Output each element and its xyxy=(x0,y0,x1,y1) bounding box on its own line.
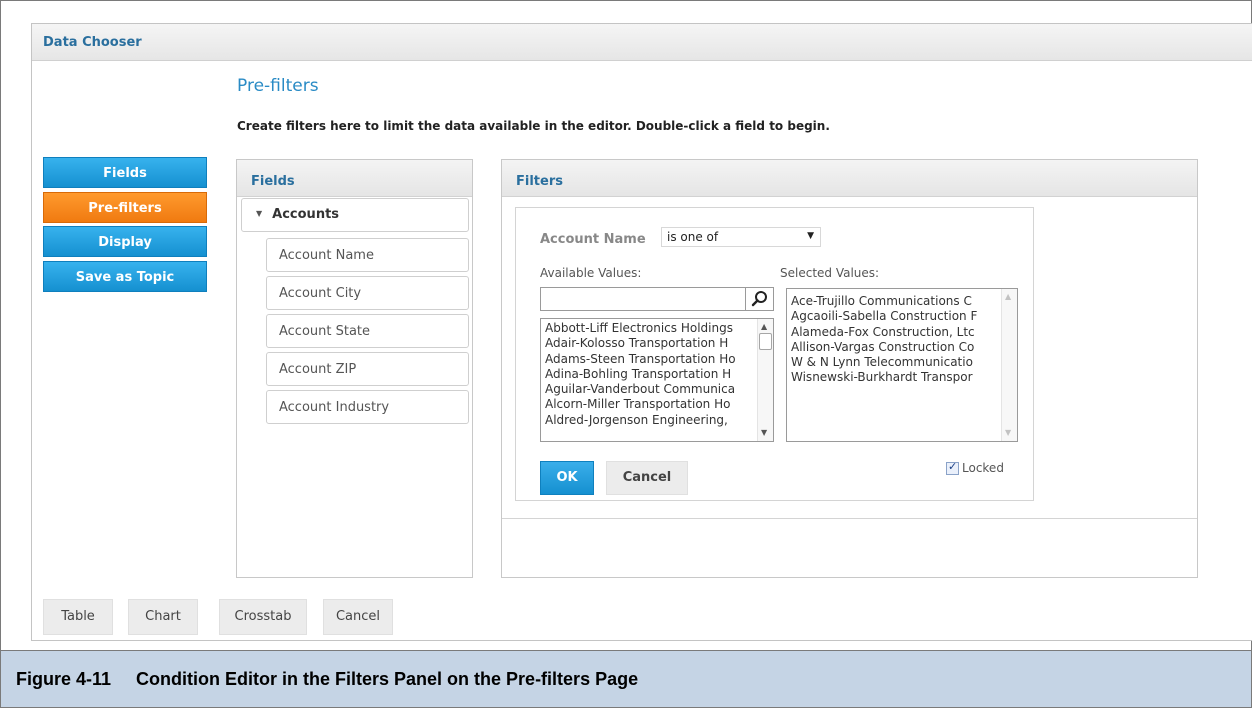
field-item-account-zip[interactable]: Account ZIP xyxy=(266,352,469,386)
selected-values-rows: Ace-Trujillo Communications C Agcaoili-S… xyxy=(791,294,999,386)
operator-select[interactable]: is one of ▼ xyxy=(661,227,821,247)
filters-panel-title: Filters xyxy=(502,160,1197,197)
available-value-item[interactable]: Aguilar-Vanderbout Communica xyxy=(545,382,755,397)
ok-button[interactable]: OK xyxy=(540,461,594,495)
selected-values-scrollbar[interactable]: ▲ ▼ xyxy=(1001,289,1017,441)
available-values-list[interactable]: Abbott-Liff Electronics Holdings Adair-K… xyxy=(540,318,774,442)
fields-panel-title: Fields xyxy=(237,160,472,197)
chart-button[interactable]: Chart xyxy=(128,599,198,635)
available-value-item[interactable]: Alcorn-Miller Transportation Ho xyxy=(545,397,755,412)
chevron-down-icon[interactable]: ▼ xyxy=(807,231,814,241)
available-values-rows: Abbott-Liff Electronics Holdings Adair-K… xyxy=(545,321,755,428)
available-value-item[interactable]: Abbott-Liff Electronics Holdings xyxy=(545,321,755,336)
nav-fields-button[interactable]: Fields xyxy=(43,157,207,188)
screenshot-frame: Data Chooser Pre-filters Create filters … xyxy=(0,0,1252,650)
figure-caption-bar: Figure 4-11 Condition Editor in the Filt… xyxy=(0,650,1252,708)
filters-panel: Filters Account Name is one of ▼ Availab… xyxy=(501,159,1198,578)
available-values-scrollbar[interactable]: ▲ ▼ xyxy=(757,319,773,441)
selected-value-item[interactable]: Agcaoili-Sabella Construction F xyxy=(791,309,999,324)
available-value-item[interactable]: Aldred-Jorgenson Engineering, xyxy=(545,413,755,428)
condition-field-label: Account Name xyxy=(540,232,646,247)
fields-panel: Fields ▼ Accounts Account Name Account Ci… xyxy=(236,159,473,578)
filters-panel-body: Account Name is one of ▼ Available Value… xyxy=(502,198,1197,578)
selected-values-label: Selected Values: xyxy=(780,266,880,280)
tree-node-accounts[interactable]: ▼ Accounts xyxy=(241,198,469,232)
available-value-item[interactable]: Adina-Bohling Transportation H xyxy=(545,367,755,382)
available-value-item[interactable]: Adams-Steen Transportation Ho xyxy=(545,352,755,367)
selected-value-item[interactable]: Wisnewski-Burkhardt Transpor xyxy=(791,370,999,385)
field-item-account-name[interactable]: Account Name xyxy=(266,238,469,272)
scroll-down-icon[interactable]: ▼ xyxy=(761,428,767,437)
table-button[interactable]: Table xyxy=(43,599,113,635)
page-description: Create filters here to limit the data av… xyxy=(237,119,830,133)
values-search-input[interactable] xyxy=(540,287,746,311)
nav-pre-filters-button[interactable]: Pre-filters xyxy=(43,192,207,223)
scrollbar-thumb[interactable] xyxy=(759,333,772,350)
scroll-up-icon[interactable]: ▲ xyxy=(1005,292,1011,301)
search-icon xyxy=(751,291,767,307)
locked-checkbox[interactable]: ✓ xyxy=(946,460,959,475)
page-title: Pre-filters xyxy=(237,76,319,96)
selected-value-item[interactable]: Allison-Vargas Construction Co xyxy=(791,340,999,355)
window-header: Data Chooser xyxy=(32,24,1252,61)
available-values-label: Available Values: xyxy=(540,266,642,280)
panel-divider xyxy=(502,518,1197,519)
window-title: Data Chooser xyxy=(43,35,142,50)
condition-editor: Account Name is one of ▼ Available Value… xyxy=(515,207,1034,501)
field-item-account-state[interactable]: Account State xyxy=(266,314,469,348)
selected-values-list[interactable]: Ace-Trujillo Communications C Agcaoili-S… xyxy=(786,288,1018,442)
nav-display-button[interactable]: Display xyxy=(43,226,207,257)
search-button[interactable] xyxy=(745,287,774,311)
selected-value-item[interactable]: Alameda-Fox Construction, Ltc xyxy=(791,325,999,340)
triangle-down-icon[interactable]: ▼ xyxy=(256,209,262,218)
available-value-item[interactable]: Adair-Kolosso Transportation H xyxy=(545,336,755,351)
crosstab-button[interactable]: Crosstab xyxy=(219,599,307,635)
figure-caption: Figure 4-11 Condition Editor in the Filt… xyxy=(16,669,639,689)
field-item-account-industry[interactable]: Account Industry xyxy=(266,390,469,424)
operator-value: is one of xyxy=(667,230,719,244)
scroll-down-icon[interactable]: ▼ xyxy=(1005,428,1011,437)
selected-value-item[interactable]: Ace-Trujillo Communications C xyxy=(791,294,999,309)
filter-cancel-button[interactable]: Cancel xyxy=(606,461,688,495)
locked-label: Locked xyxy=(962,461,1004,475)
checkmark-icon: ✓ xyxy=(948,460,958,473)
tree-node-label: Accounts xyxy=(272,207,340,222)
data-chooser-window: Data Chooser Pre-filters Create filters … xyxy=(31,23,1252,641)
field-item-account-city[interactable]: Account City xyxy=(266,276,469,310)
nav-save-as-topic-button[interactable]: Save as Topic xyxy=(43,261,207,292)
scroll-up-icon[interactable]: ▲ xyxy=(761,322,767,331)
bottom-cancel-button[interactable]: Cancel xyxy=(323,599,393,635)
selected-value-item[interactable]: W & N Lynn Telecommunicatio xyxy=(791,355,999,370)
